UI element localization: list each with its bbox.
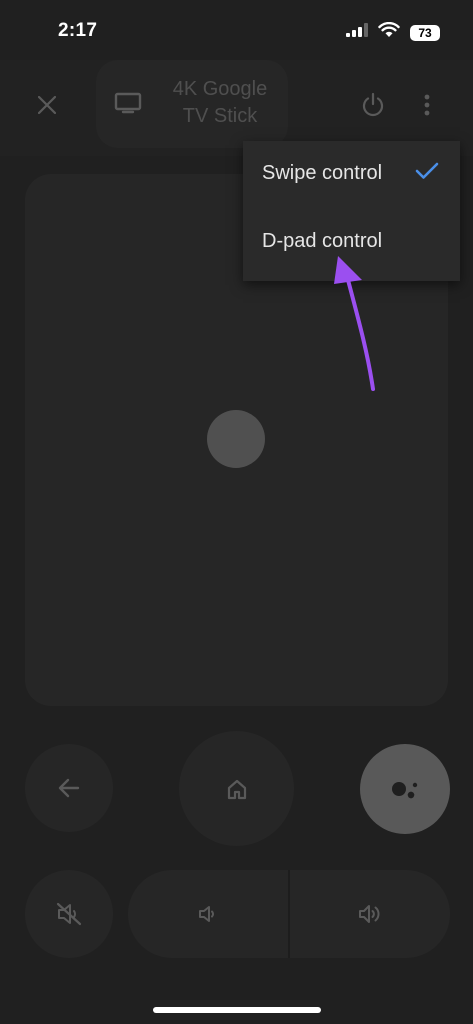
volume-down-icon [199, 906, 215, 922]
close-button[interactable] [30, 88, 64, 122]
arrow-back-icon [58, 778, 80, 798]
home-icon [227, 779, 246, 799]
touch-indicator [207, 410, 265, 468]
more-vert-icon [424, 94, 430, 116]
home-indicator[interactable] [153, 1007, 321, 1013]
close-icon [38, 96, 56, 114]
checkmark-icon [415, 162, 439, 185]
back-button[interactable] [25, 744, 113, 832]
device-selector[interactable]: 4K Google TV Stick [96, 60, 288, 148]
device-name: 4K Google TV Stick [172, 78, 268, 127]
power-button[interactable] [356, 88, 390, 122]
assistant-button[interactable] [360, 744, 450, 834]
volume-up-icon [359, 905, 380, 923]
mute-button[interactable] [25, 870, 113, 958]
volume-down-button[interactable] [128, 870, 288, 958]
menu-item-swipe-control[interactable]: Swipe control [243, 143, 460, 203]
volume-up-button[interactable] [290, 870, 450, 958]
more-options-button[interactable] [412, 88, 442, 122]
wifi-icon [378, 21, 400, 43]
signal-icon [346, 23, 368, 42]
google-assistant-icon [392, 782, 418, 799]
battery-indicator: 73 [410, 24, 440, 41]
status-time: 2:17 [58, 20, 98, 41]
tv-icon [114, 92, 142, 119]
annotation-arrow-icon [334, 256, 375, 391]
bottom-bar [0, 982, 473, 1024]
status-bar: 2:17 73 [0, 0, 473, 60]
volume-mute-icon [56, 902, 82, 926]
home-button[interactable] [179, 731, 294, 846]
volume-control [128, 870, 450, 958]
power-icon [362, 92, 384, 117]
menu-item-label: Swipe control [262, 161, 383, 184]
status-indicators: 73 [346, 21, 440, 43]
remote-screen: 2:17 73 4K Google TV Stick Swipe control… [0, 0, 473, 1024]
